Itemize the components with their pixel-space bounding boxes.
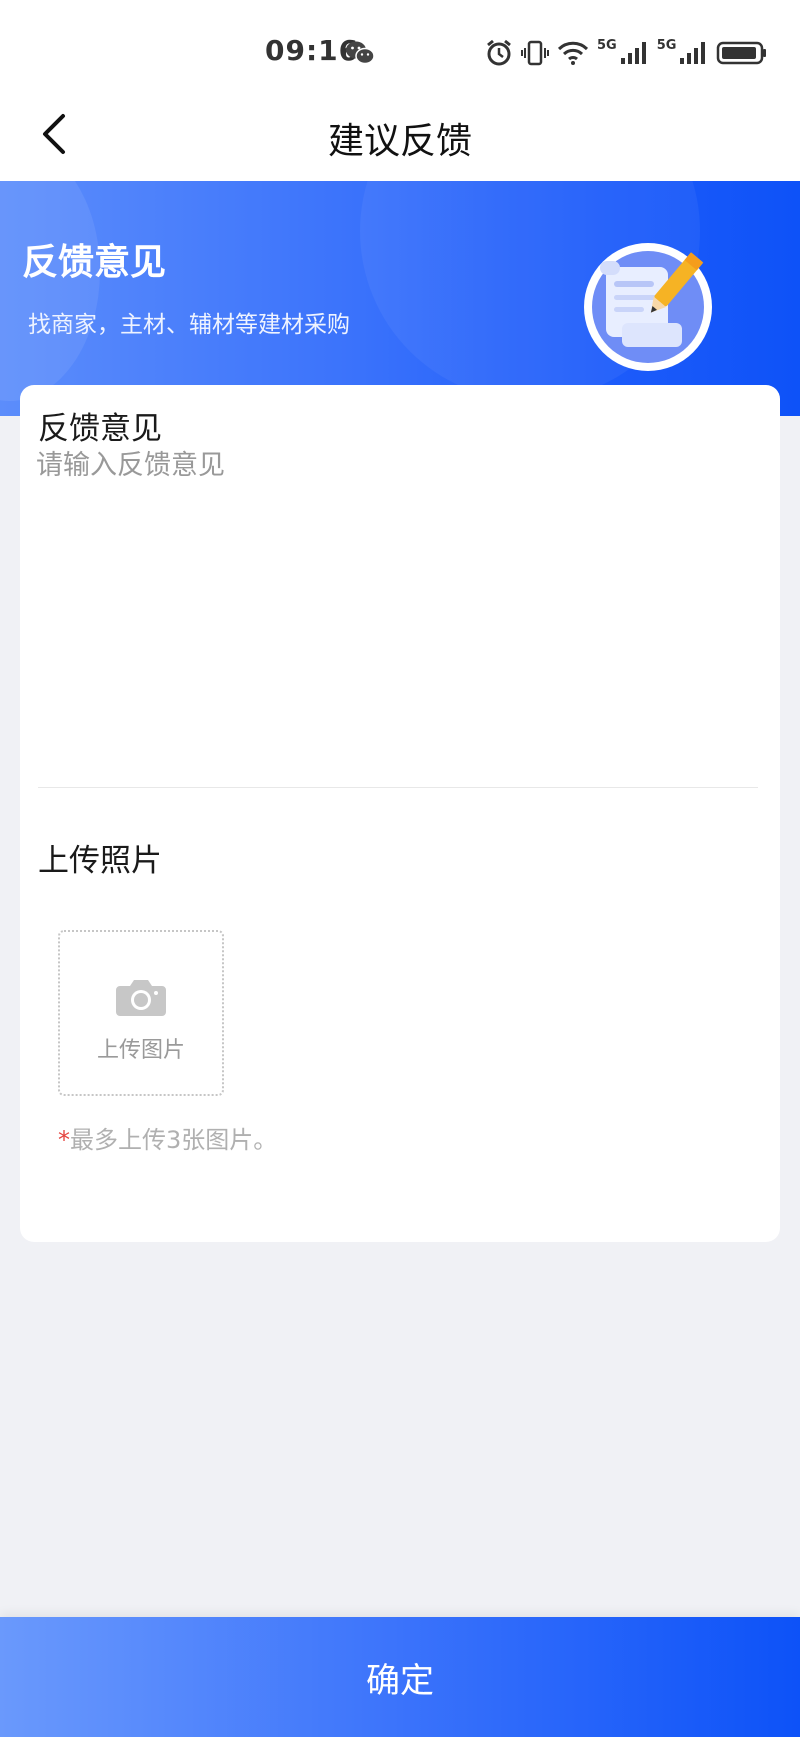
upload-button-label: 上传图片 [96, 1038, 185, 1063]
upload-label: 上传照片 [38, 843, 162, 879]
nav-bar: 建议反馈 [0, 100, 800, 181]
banner-title: 反馈意见 [22, 242, 167, 283]
wifi-icon [557, 40, 589, 66]
wechat-icon [345, 40, 375, 66]
confirm-button[interactable]: 确定 [0, 1617, 800, 1737]
network-label-1: 5G [597, 37, 617, 53]
upload-hint-text: 最多上传3张图片。 [70, 1126, 278, 1154]
camera-icon [116, 976, 166, 1018]
page-title: 建议反馈 [327, 121, 472, 162]
alarm-icon [485, 39, 513, 67]
battery-icon [716, 40, 768, 66]
feedback-card: 反馈意见 上传照片 上传图片 *最多上传3张图片。 [20, 385, 780, 1242]
divider [38, 787, 758, 788]
feedback-input[interactable] [36, 447, 756, 747]
vibrate-icon [521, 39, 549, 67]
status-icons: 5G 5G [485, 36, 768, 70]
signal-icon [678, 40, 708, 66]
banner-subtitle: 找商家，主材、辅材等建材采购 [28, 312, 350, 338]
status-bar: 09:16 5G 5G [0, 0, 800, 100]
upload-hint: *最多上传3张图片。 [58, 1120, 277, 1155]
upload-image-button[interactable]: 上传图片 [58, 930, 224, 1096]
banner: 反馈意见 找商家，主材、辅材等建材采购 [0, 181, 800, 416]
network-label-2: 5G [656, 37, 677, 53]
required-star: * [58, 1126, 70, 1154]
signal-icon [619, 40, 649, 66]
document-pencil-icon [578, 235, 718, 375]
feedback-label: 反馈意见 [38, 411, 162, 447]
